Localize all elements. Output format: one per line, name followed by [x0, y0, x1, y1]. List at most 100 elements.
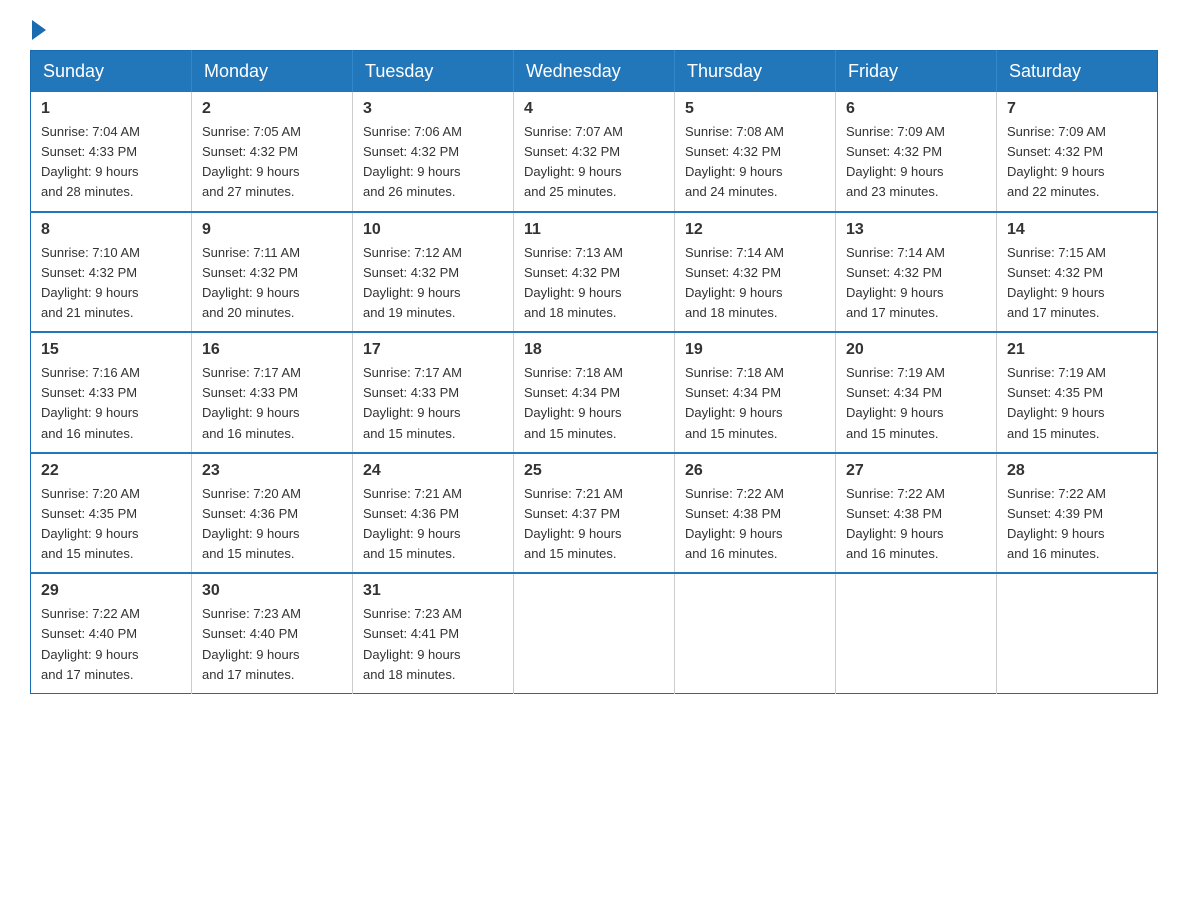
calendar-day-cell: 6 Sunrise: 7:09 AMSunset: 4:32 PMDaylight… — [836, 92, 997, 212]
calendar-header-row: SundayMondayTuesdayWednesdayThursdayFrid… — [31, 51, 1158, 93]
day-number: 15 — [41, 341, 181, 359]
calendar-day-cell: 22 Sunrise: 7:20 AMSunset: 4:35 PMDayligh… — [31, 453, 192, 574]
day-of-week-header: Tuesday — [353, 51, 514, 93]
calendar-day-cell: 8 Sunrise: 7:10 AMSunset: 4:32 PMDaylight… — [31, 212, 192, 333]
day-info: Sunrise: 7:13 AMSunset: 4:32 PMDaylight:… — [524, 243, 664, 324]
day-number: 29 — [41, 582, 181, 600]
calendar-day-cell: 12Sunrise: 7:14 AMSunset: 4:32 PMDayligh… — [675, 212, 836, 333]
calendar-day-cell: 2 Sunrise: 7:05 AMSunset: 4:32 PMDaylight… — [192, 92, 353, 212]
calendar-day-cell: 19 Sunrise: 7:18 AMSunset: 4:34 PMDayligh… — [675, 332, 836, 453]
page-header — [30, 20, 1158, 40]
calendar-day-cell: 20 Sunrise: 7:19 AMSunset: 4:34 PMDayligh… — [836, 332, 997, 453]
day-info: Sunrise: 7:18 AMSunset: 4:34 PMDaylight:… — [524, 363, 664, 444]
day-of-week-header: Sunday — [31, 51, 192, 93]
day-info: Sunrise: 7:19 AMSunset: 4:34 PMDaylight:… — [846, 363, 986, 444]
day-info: Sunrise: 7:04 AMSunset: 4:33 PMDaylight:… — [41, 122, 181, 203]
day-of-week-header: Friday — [836, 51, 997, 93]
day-number: 4 — [524, 100, 664, 118]
calendar-day-cell: 28 Sunrise: 7:22 AMSunset: 4:39 PMDayligh… — [997, 453, 1158, 574]
calendar-day-cell: 27Sunrise: 7:22 AMSunset: 4:38 PMDayligh… — [836, 453, 997, 574]
day-number: 8 — [41, 221, 181, 239]
logo[interactable] — [30, 20, 48, 40]
calendar-day-cell: 9 Sunrise: 7:11 AMSunset: 4:32 PMDaylight… — [192, 212, 353, 333]
day-info: Sunrise: 7:17 AMSunset: 4:33 PMDaylight:… — [363, 363, 503, 444]
day-number: 28 — [1007, 462, 1147, 480]
day-number: 11 — [524, 221, 664, 239]
day-number: 12 — [685, 221, 825, 239]
day-info: Sunrise: 7:20 AMSunset: 4:35 PMDaylight:… — [41, 484, 181, 565]
day-number: 16 — [202, 341, 342, 359]
day-info: Sunrise: 7:23 AMSunset: 4:40 PMDaylight:… — [202, 604, 342, 685]
day-number: 20 — [846, 341, 986, 359]
day-info: Sunrise: 7:23 AMSunset: 4:41 PMDaylight:… — [363, 604, 503, 685]
day-info: Sunrise: 7:08 AMSunset: 4:32 PMDaylight:… — [685, 122, 825, 203]
calendar-day-cell: 7 Sunrise: 7:09 AMSunset: 4:32 PMDaylight… — [997, 92, 1158, 212]
day-number: 9 — [202, 221, 342, 239]
day-number: 10 — [363, 221, 503, 239]
day-info: Sunrise: 7:21 AMSunset: 4:37 PMDaylight:… — [524, 484, 664, 565]
calendar-day-cell: 13 Sunrise: 7:14 AMSunset: 4:32 PMDayligh… — [836, 212, 997, 333]
calendar-day-cell: 5 Sunrise: 7:08 AMSunset: 4:32 PMDaylight… — [675, 92, 836, 212]
day-number: 25 — [524, 462, 664, 480]
day-number: 17 — [363, 341, 503, 359]
day-info: Sunrise: 7:11 AMSunset: 4:32 PMDaylight:… — [202, 243, 342, 324]
day-info: Sunrise: 7:22 AMSunset: 4:38 PMDaylight:… — [846, 484, 986, 565]
calendar-day-cell: 24Sunrise: 7:21 AMSunset: 4:36 PMDayligh… — [353, 453, 514, 574]
day-of-week-header: Wednesday — [514, 51, 675, 93]
day-number: 30 — [202, 582, 342, 600]
day-info: Sunrise: 7:09 AMSunset: 4:32 PMDaylight:… — [1007, 122, 1147, 203]
day-info: Sunrise: 7:05 AMSunset: 4:32 PMDaylight:… — [202, 122, 342, 203]
calendar-day-cell: 25 Sunrise: 7:21 AMSunset: 4:37 PMDayligh… — [514, 453, 675, 574]
day-number: 7 — [1007, 100, 1147, 118]
day-number: 1 — [41, 100, 181, 118]
calendar-day-cell: 16 Sunrise: 7:17 AMSunset: 4:33 PMDayligh… — [192, 332, 353, 453]
day-info: Sunrise: 7:22 AMSunset: 4:39 PMDaylight:… — [1007, 484, 1147, 565]
day-info: Sunrise: 7:06 AMSunset: 4:32 PMDaylight:… — [363, 122, 503, 203]
calendar-day-cell: 1 Sunrise: 7:04 AMSunset: 4:33 PMDaylight… — [31, 92, 192, 212]
calendar-day-cell: 15 Sunrise: 7:16 AMSunset: 4:33 PMDayligh… — [31, 332, 192, 453]
day-number: 6 — [846, 100, 986, 118]
day-number: 14 — [1007, 221, 1147, 239]
day-of-week-header: Saturday — [997, 51, 1158, 93]
day-number: 19 — [685, 341, 825, 359]
day-number: 22 — [41, 462, 181, 480]
calendar-day-cell — [997, 573, 1158, 693]
calendar-day-cell — [675, 573, 836, 693]
calendar-day-cell: 10 Sunrise: 7:12 AMSunset: 4:32 PMDayligh… — [353, 212, 514, 333]
day-info: Sunrise: 7:12 AMSunset: 4:32 PMDaylight:… — [363, 243, 503, 324]
day-of-week-header: Monday — [192, 51, 353, 93]
day-number: 18 — [524, 341, 664, 359]
calendar-week-row: 1 Sunrise: 7:04 AMSunset: 4:33 PMDaylight… — [31, 92, 1158, 212]
calendar-day-cell: 21Sunrise: 7:19 AMSunset: 4:35 PMDayligh… — [997, 332, 1158, 453]
calendar-day-cell: 29 Sunrise: 7:22 AMSunset: 4:40 PMDayligh… — [31, 573, 192, 693]
day-info: Sunrise: 7:09 AMSunset: 4:32 PMDaylight:… — [846, 122, 986, 203]
day-of-week-header: Thursday — [675, 51, 836, 93]
day-info: Sunrise: 7:20 AMSunset: 4:36 PMDaylight:… — [202, 484, 342, 565]
calendar-week-row: 8 Sunrise: 7:10 AMSunset: 4:32 PMDaylight… — [31, 212, 1158, 333]
calendar-day-cell: 4Sunrise: 7:07 AMSunset: 4:32 PMDaylight… — [514, 92, 675, 212]
day-number: 2 — [202, 100, 342, 118]
calendar-day-cell: 30 Sunrise: 7:23 AMSunset: 4:40 PMDayligh… — [192, 573, 353, 693]
calendar-day-cell: 11 Sunrise: 7:13 AMSunset: 4:32 PMDayligh… — [514, 212, 675, 333]
day-info: Sunrise: 7:14 AMSunset: 4:32 PMDaylight:… — [846, 243, 986, 324]
day-info: Sunrise: 7:17 AMSunset: 4:33 PMDaylight:… — [202, 363, 342, 444]
calendar-table: SundayMondayTuesdayWednesdayThursdayFrid… — [30, 50, 1158, 694]
day-info: Sunrise: 7:21 AMSunset: 4:36 PMDaylight:… — [363, 484, 503, 565]
calendar-day-cell: 14Sunrise: 7:15 AMSunset: 4:32 PMDayligh… — [997, 212, 1158, 333]
day-info: Sunrise: 7:10 AMSunset: 4:32 PMDaylight:… — [41, 243, 181, 324]
day-info: Sunrise: 7:18 AMSunset: 4:34 PMDaylight:… — [685, 363, 825, 444]
calendar-day-cell — [836, 573, 997, 693]
day-number: 26 — [685, 462, 825, 480]
logo-arrow-icon — [32, 20, 46, 40]
calendar-day-cell: 26Sunrise: 7:22 AMSunset: 4:38 PMDayligh… — [675, 453, 836, 574]
day-info: Sunrise: 7:16 AMSunset: 4:33 PMDaylight:… — [41, 363, 181, 444]
day-info: Sunrise: 7:19 AMSunset: 4:35 PMDaylight:… — [1007, 363, 1147, 444]
calendar-day-cell: 3 Sunrise: 7:06 AMSunset: 4:32 PMDaylight… — [353, 92, 514, 212]
calendar-day-cell — [514, 573, 675, 693]
day-info: Sunrise: 7:22 AMSunset: 4:40 PMDaylight:… — [41, 604, 181, 685]
day-number: 3 — [363, 100, 503, 118]
calendar-week-row: 29 Sunrise: 7:22 AMSunset: 4:40 PMDayligh… — [31, 573, 1158, 693]
day-number: 13 — [846, 221, 986, 239]
day-number: 5 — [685, 100, 825, 118]
day-number: 31 — [363, 582, 503, 600]
